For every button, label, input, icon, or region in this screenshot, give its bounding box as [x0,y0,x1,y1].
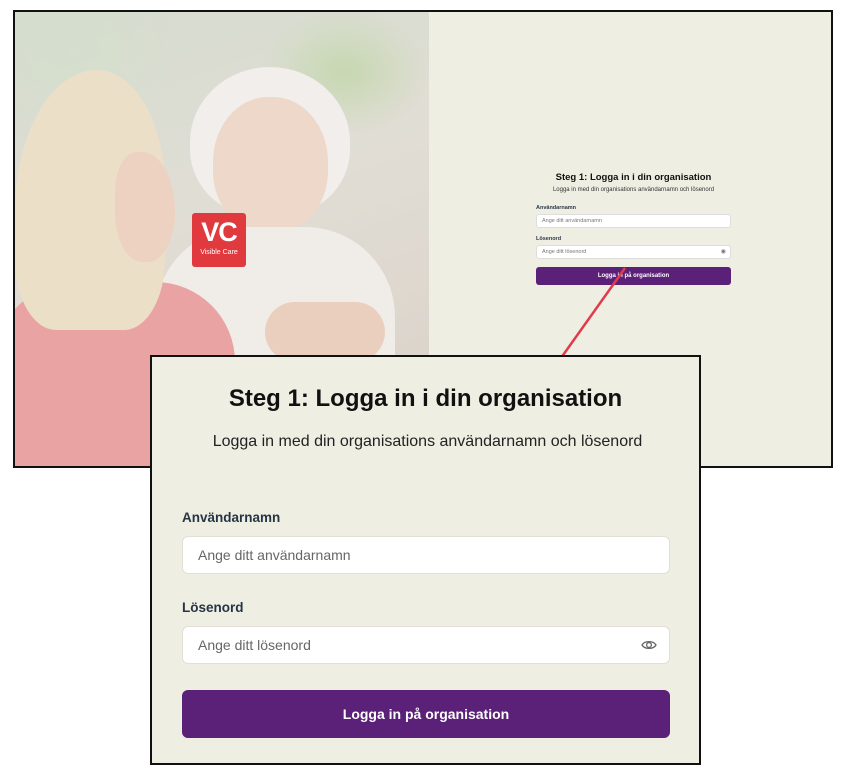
eye-icon[interactable]: ◉ [721,246,726,258]
username-input[interactable]: Ange ditt användarnamn [182,536,670,574]
login-button[interactable]: Logga in på organisation [182,690,670,738]
login-subtitle-small: Logga in med din organisations användarn… [552,187,715,193]
username-placeholder: Ange ditt användarnamn [198,547,351,563]
password-placeholder-small: Ange ditt lösenord [542,249,587,255]
visible-care-logo: VC Visible Care [192,213,246,267]
logo-initials: VC [201,217,238,247]
username-label-small: Användarnamn [536,205,577,211]
login-subtitle: Logga in med din organisations användarn… [212,433,643,450]
eye-icon[interactable] [641,637,657,653]
password-label: Lösenord [182,600,244,615]
password-label-small: Lösenord [536,236,562,242]
login-title: Steg 1: Logga in i din organisation [228,385,623,412]
zoomed-login-form: Steg 1: Logga in i din organisation Logg… [150,355,701,765]
username-label: Användarnamn [182,510,281,525]
password-input[interactable]: Ange ditt lösenord [182,626,670,664]
login-form-small: Steg 1: Logga in i din organisation Logg… [536,172,731,285]
password-placeholder: Ange ditt lösenord [198,637,311,653]
username-placeholder-small: Ange ditt användarnamn [542,218,602,224]
logo-name: Visible Care [200,249,238,256]
login-button-small[interactable]: Logga in på organisation [536,267,731,285]
username-input-small[interactable]: Ange ditt användarnamn [536,214,731,228]
login-title-small: Steg 1: Logga in i din organisation [555,172,712,183]
password-input-small[interactable]: Ange ditt lösenord ◉ [536,245,731,259]
